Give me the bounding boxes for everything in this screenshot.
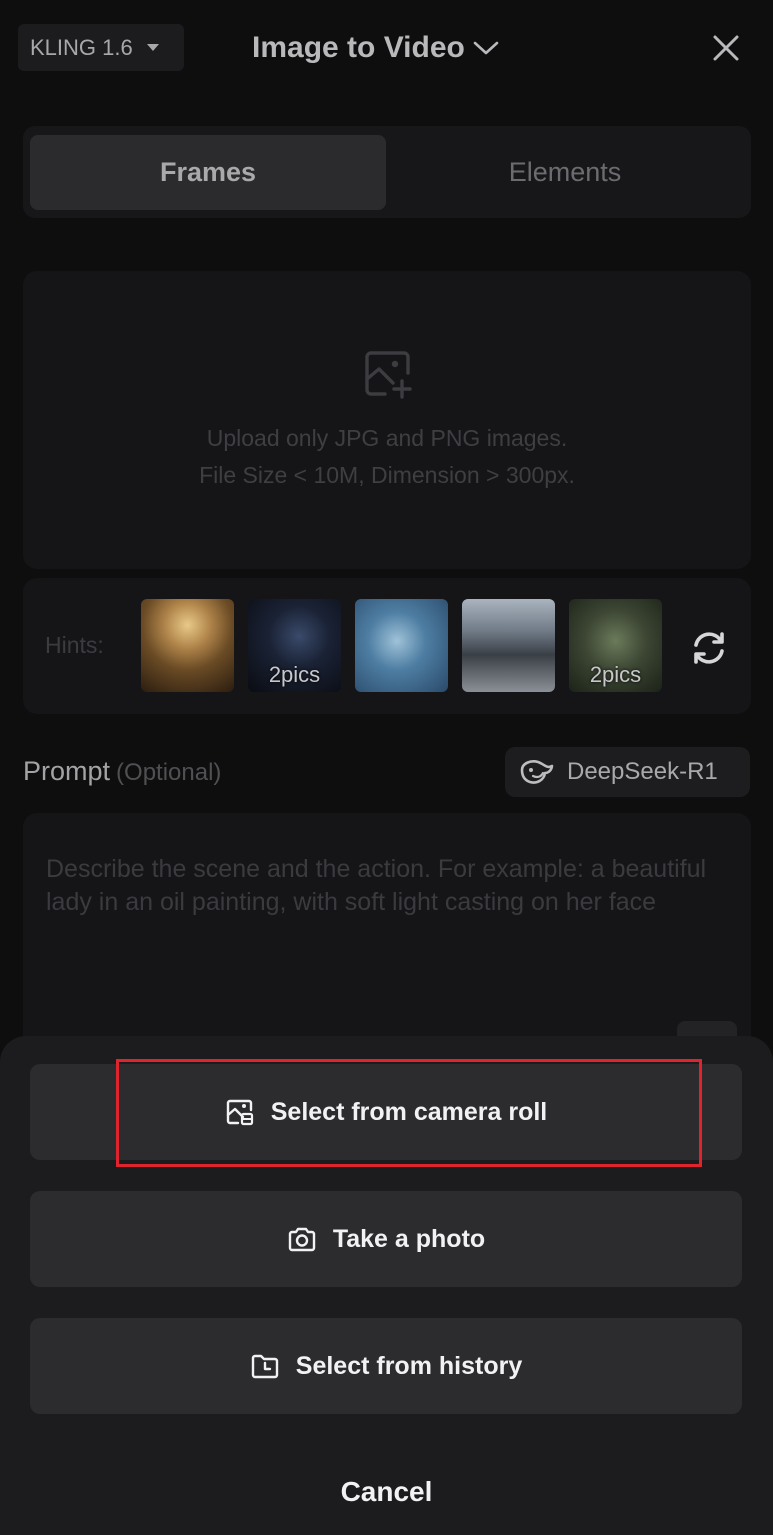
hint-thumbnail-4[interactable] — [462, 599, 555, 692]
add-image-icon — [365, 351, 412, 399]
tab-frames[interactable]: Frames — [30, 135, 386, 210]
hint-thumbnail-5[interactable]: 2pics — [569, 599, 662, 692]
prompt-placeholder: Describe the scene and the action. For e… — [46, 855, 707, 916]
select-history-label: Select from history — [295, 1351, 523, 1380]
select-camera-roll-button[interactable]: Select from camera roll — [30, 1064, 742, 1160]
model-selector[interactable]: KLING 1.6 — [18, 24, 184, 71]
close-icon — [713, 35, 739, 61]
hint-thumbnail-badge: 2pics — [268, 662, 321, 687]
upload-instructions-formats: Upload only JPG and PNG images. — [206, 425, 568, 451]
tab-elements[interactable]: Elements — [387, 135, 743, 210]
hints-panel: Hints: 2pics 2pics — [23, 578, 751, 714]
model-label: KLING 1.6 — [30, 34, 133, 60]
close-button[interactable] — [706, 28, 746, 68]
refresh-icon[interactable] — [689, 628, 729, 668]
hints-label: Hints: — [45, 632, 104, 658]
chevron-down-icon — [473, 41, 499, 55]
deepseek-label: DeepSeek-R1 — [567, 758, 718, 785]
mode-tabs: Frames Elements — [23, 126, 751, 218]
image-upload-area[interactable]: Upload only JPG and PNG images. File Siz… — [23, 271, 751, 569]
caret-down-icon — [146, 44, 159, 51]
upload-instructions-size: File Size < 10M, Dimension > 300px. — [199, 462, 575, 488]
camera-icon — [288, 1227, 316, 1252]
hint-thumbnail-3[interactable] — [355, 599, 448, 692]
page-title-text: Image to Video — [252, 31, 465, 64]
select-history-button[interactable]: Select from history — [30, 1318, 742, 1414]
select-camera-roll-label: Select from camera roll — [270, 1097, 548, 1126]
prompt-label: Prompt (Optional) — [23, 756, 221, 787]
take-photo-button[interactable]: Take a photo — [30, 1191, 742, 1287]
page-title[interactable]: Image to Video — [252, 26, 499, 70]
history-folder-icon — [251, 1354, 278, 1379]
take-photo-label: Take a photo — [332, 1224, 486, 1253]
hint-thumbnail-2[interactable]: 2pics — [248, 599, 341, 692]
deepseek-whale-icon — [520, 760, 554, 784]
screen: KLING 1.6 Image to Video Frames Elements… — [0, 0, 773, 1535]
image-source-sheet: Select from camera roll Take a photo Sel… — [0, 1036, 773, 1535]
hint-thumbnail-badge: 2pics — [589, 662, 642, 687]
prompt-label-text: Prompt — [23, 756, 111, 786]
prompt-input[interactable]: Describe the scene and the action. For e… — [23, 813, 751, 1061]
cancel-button[interactable]: Cancel — [0, 1470, 773, 1514]
deepseek-button[interactable]: DeepSeek-R1 — [505, 747, 750, 797]
photo-gallery-icon — [226, 1099, 253, 1126]
hint-thumbnail-1[interactable] — [141, 599, 234, 692]
prompt-optional-label: (Optional) — [116, 759, 222, 786]
